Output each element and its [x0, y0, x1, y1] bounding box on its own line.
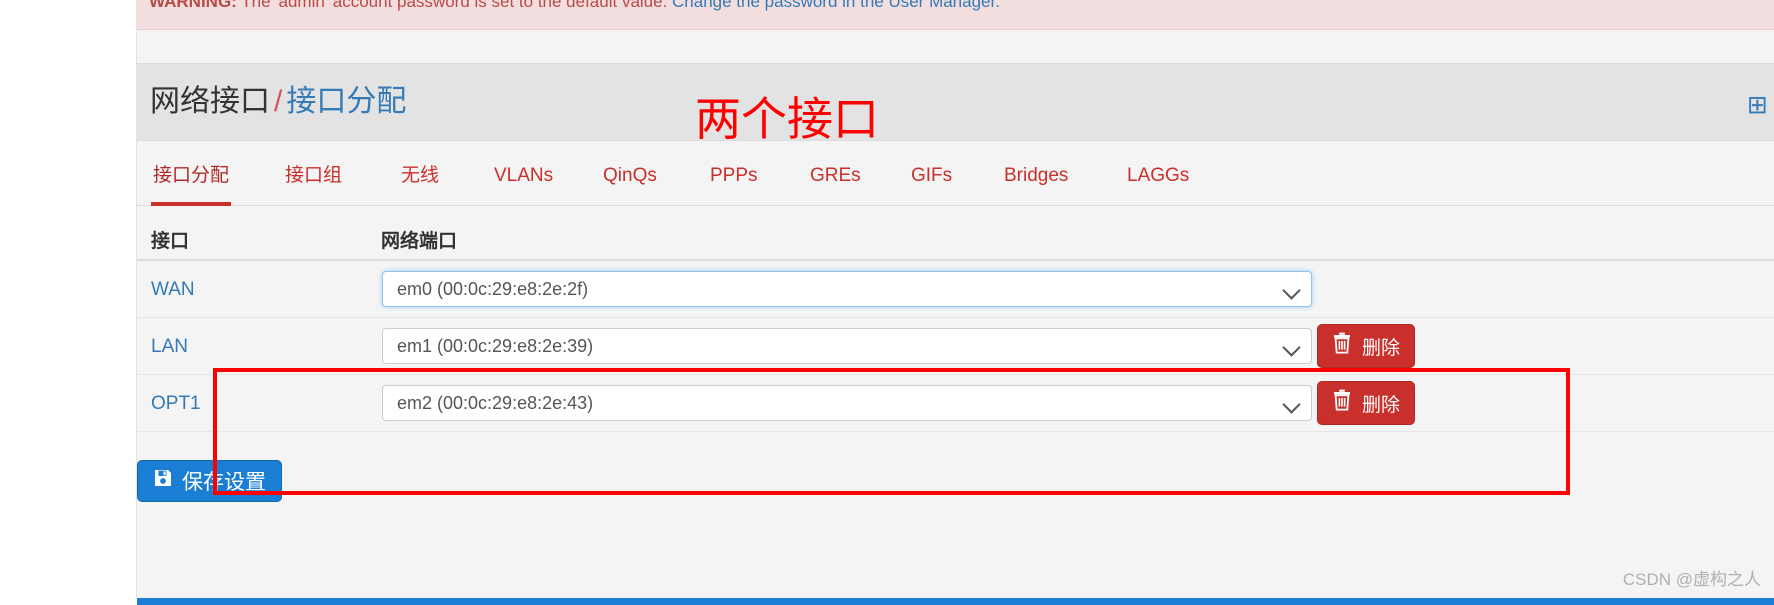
change-password-link[interactable]: Change the password in the User Manager.	[672, 0, 1000, 11]
column-header-networkport: 网络端口	[381, 231, 458, 252]
interface-name-link[interactable]: OPT1	[151, 393, 201, 415]
tab-bar: 接口分配 接口组 无线 VLANs QinQs PPPs GREs GIFs Bridges LA…	[137, 150, 1774, 206]
delete-button[interactable]: 删除	[1317, 381, 1416, 425]
column-header-interface: 接口	[151, 231, 190, 252]
bottom-accent-strip	[137, 598, 1774, 605]
table-header-row: 接口 网络端口	[137, 206, 1774, 261]
delete-button-label: 删除	[1362, 337, 1401, 359]
tab-9[interactable]: LAGGs	[1125, 163, 1191, 189]
interface-name-link[interactable]: LAN	[151, 336, 188, 358]
content-area: 网络接口 / 接口分配 ⊞ 两个接口 接口分配 接口组 无线 VLANs QinQs PPPs…	[137, 30, 1774, 605]
network-port-select[interactable]: em0 (00:0c:29:e8:2e:2f)	[382, 271, 1312, 307]
tab-7[interactable]: GIFs	[909, 163, 954, 189]
warning-text: WARNING: The 'admin' account password is…	[149, 0, 1000, 12]
tab-1[interactable]: 接口组	[283, 163, 344, 189]
save-settings-label: 保存设置	[182, 471, 266, 494]
warning-banner: WARNING: The 'admin' account password is…	[137, 0, 1774, 30]
network-port-select-wrapper: em2 (00:0c:29:e8:2e:43)	[382, 385, 1312, 421]
table-body: WAN em0 (00:0c:29:e8:2e:2f) LAN em1 (00:0c:…	[137, 261, 1774, 432]
page-header-panel: 网络接口 / 接口分配 ⊞	[137, 63, 1774, 141]
tab-0[interactable]: 接口分配	[151, 163, 232, 206]
page-root: WARNING: The 'admin' account password is…	[0, 0, 1774, 605]
interface-assignment-table: 接口 网络端口 WAN em0 (00:0c:29:e8:2e:2f) LAN em1…	[137, 206, 1774, 432]
annotation-callout-text: 两个接口	[695, 93, 879, 145]
delete-button[interactable]: 删除	[1317, 324, 1416, 368]
breadcrumb-current[interactable]: 接口分配	[286, 85, 406, 118]
header-status-icons[interactable]: ⊞	[1747, 90, 1772, 120]
network-port-select-wrapper: em0 (00:0c:29:e8:2e:2f)	[382, 271, 1312, 307]
warning-prefix: WARNING:	[149, 0, 237, 11]
tab-5[interactable]: PPPs	[708, 163, 760, 189]
breadcrumb: 网络接口 / 接口分配	[150, 81, 406, 123]
left-gutter	[0, 0, 136, 605]
tab-6[interactable]: GREs	[808, 163, 863, 189]
tab-4[interactable]: QinQs	[601, 163, 659, 189]
tab-8[interactable]: Bridges	[1002, 163, 1070, 189]
interface-name-link[interactable]: WAN	[151, 279, 195, 301]
warning-message: The 'admin' account password is set to t…	[236, 0, 673, 11]
table-row: OPT1 em2 (00:0c:29:e8:2e:43) 删除	[137, 375, 1774, 432]
tab-3[interactable]: VLANs	[492, 163, 555, 189]
floppy-save-icon	[153, 468, 173, 494]
watermark: CSDN @虚构之人	[1622, 570, 1761, 589]
network-port-select-wrapper: em1 (00:0c:29:e8:2e:39)	[382, 328, 1312, 364]
table-row: WAN em0 (00:0c:29:e8:2e:2f)	[137, 261, 1774, 318]
tab-2[interactable]: 无线	[399, 163, 441, 189]
breadcrumb-root: 网络接口	[150, 85, 270, 118]
delete-button-label: 删除	[1362, 394, 1401, 416]
trash-icon	[1332, 389, 1352, 417]
table-row: LAN em1 (00:0c:29:e8:2e:39) 删除	[137, 318, 1774, 375]
save-settings-button[interactable]: 保存设置	[137, 460, 282, 502]
trash-icon	[1332, 332, 1352, 360]
network-port-select[interactable]: em2 (00:0c:29:e8:2e:43)	[382, 385, 1312, 421]
network-port-select[interactable]: em1 (00:0c:29:e8:2e:39)	[382, 328, 1312, 364]
breadcrumb-separator: /	[274, 85, 283, 118]
bottom-gutter-filler	[0, 598, 137, 605]
